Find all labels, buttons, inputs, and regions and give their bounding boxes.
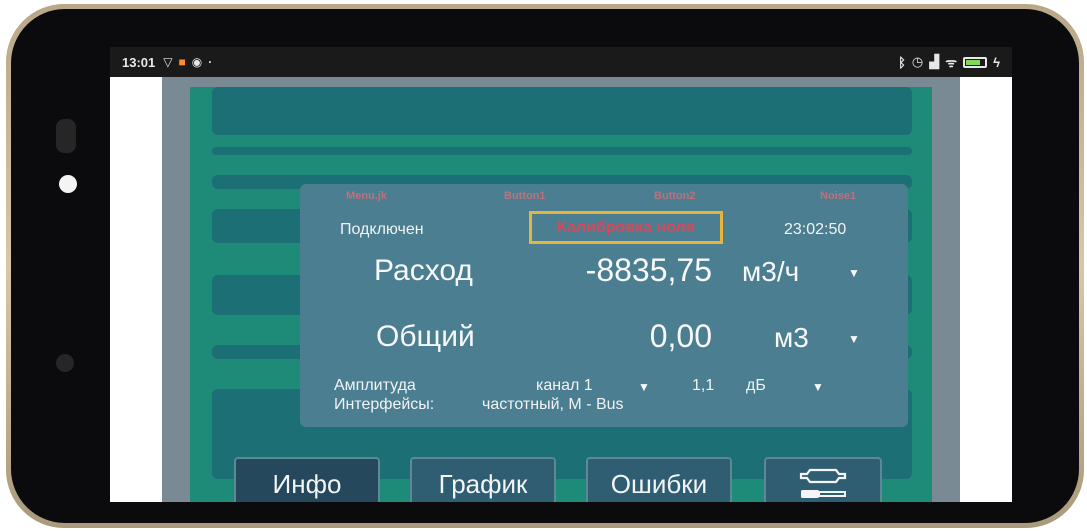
phone-bottom-button xyxy=(56,354,74,372)
wifi-icon: ᯤ xyxy=(945,55,958,70)
chart-button[interactable]: График xyxy=(410,457,556,502)
screen: 13:01 ▽ ■ ◉ · ᛒ ◷ ▟ ᯤ ϟ Мenu.jk Button1 … xyxy=(110,47,1012,502)
faint-label: Мenu.jk xyxy=(346,190,387,202)
camera-icon xyxy=(59,175,77,193)
battery-icon xyxy=(963,56,988,68)
charging-icon: ϟ xyxy=(993,54,1000,70)
status-bar: 13:01 ▽ ■ ◉ · ᛒ ◷ ▟ ᯤ ϟ xyxy=(110,47,1012,77)
app-window: Мenu.jk Button1 Button2 Noise1 Подключен… xyxy=(162,77,960,502)
bluetooth-icon: ᛒ xyxy=(898,54,906,70)
info-button[interactable]: Инфо xyxy=(234,457,380,502)
faint-label: Button2 xyxy=(654,190,696,202)
chrome-icon: ◉ xyxy=(191,55,203,69)
wifi-signal-icon: ▽ xyxy=(163,55,173,69)
interfaces-label: Интерфейсы: xyxy=(334,396,435,413)
faint-label: Noise1 xyxy=(820,190,857,202)
signal-icon: ▟ xyxy=(929,54,940,69)
mode-indicator[interactable]: Калибровка ноля xyxy=(529,211,723,244)
device-time: 23:02:50 xyxy=(784,221,847,238)
errors-button[interactable]: Ошибки xyxy=(586,457,732,502)
amplitude-unit-dropdown-icon[interactable]: ▼ xyxy=(812,380,824,394)
interfaces-value: частотный, М - Bus xyxy=(482,396,624,413)
amplitude-value: 1,1 xyxy=(692,377,715,394)
phone-frame: 13:01 ▽ ■ ◉ · ᛒ ◷ ▟ ᯤ ϟ Мenu.jk Button1 … xyxy=(6,4,1084,528)
header-band xyxy=(212,87,912,135)
flow-value: -8835,75 xyxy=(585,252,712,288)
amplitude-unit[interactable]: дБ xyxy=(746,377,766,395)
measurement-panel: Мenu.jk Button1 Button2 Noise1 Подключен… xyxy=(300,184,908,427)
decor-band xyxy=(212,147,912,155)
total-value: 0,00 xyxy=(649,318,712,354)
status-time: 13:01 xyxy=(122,54,156,70)
app-icon: ■ xyxy=(178,55,186,69)
channel-select[interactable]: канал 1 xyxy=(536,377,593,395)
flow-label: Расход xyxy=(374,254,473,287)
flow-unit-dropdown-icon[interactable]: ▼ xyxy=(848,266,860,280)
dot-icon: · xyxy=(208,55,213,69)
total-unit[interactable]: м3 xyxy=(774,322,809,354)
faint-label: Button1 xyxy=(504,190,546,202)
flow-unit[interactable]: м3/ч xyxy=(742,256,799,288)
connection-status: Подключен xyxy=(340,221,424,238)
phone-body: 13:01 ▽ ■ ◉ · ᛒ ◷ ▟ ᯤ ϟ Мenu.jk Button1 … xyxy=(11,9,1079,523)
amplitude-label: Амплитуда xyxy=(334,377,416,394)
wrench-screwdriver-icon xyxy=(799,468,847,498)
settings-button[interactable] xyxy=(764,457,882,502)
status-icons-right: ᛒ ◷ ▟ ᯤ ϟ xyxy=(898,53,1000,71)
channel-dropdown-icon[interactable]: ▼ xyxy=(638,380,650,394)
total-label: Общий xyxy=(376,320,475,353)
total-unit-dropdown-icon[interactable]: ▼ xyxy=(848,332,860,346)
phone-top-button xyxy=(56,119,76,153)
alarm-icon: ◷ xyxy=(911,54,924,69)
mode-label: Калибровка ноля xyxy=(556,218,695,236)
